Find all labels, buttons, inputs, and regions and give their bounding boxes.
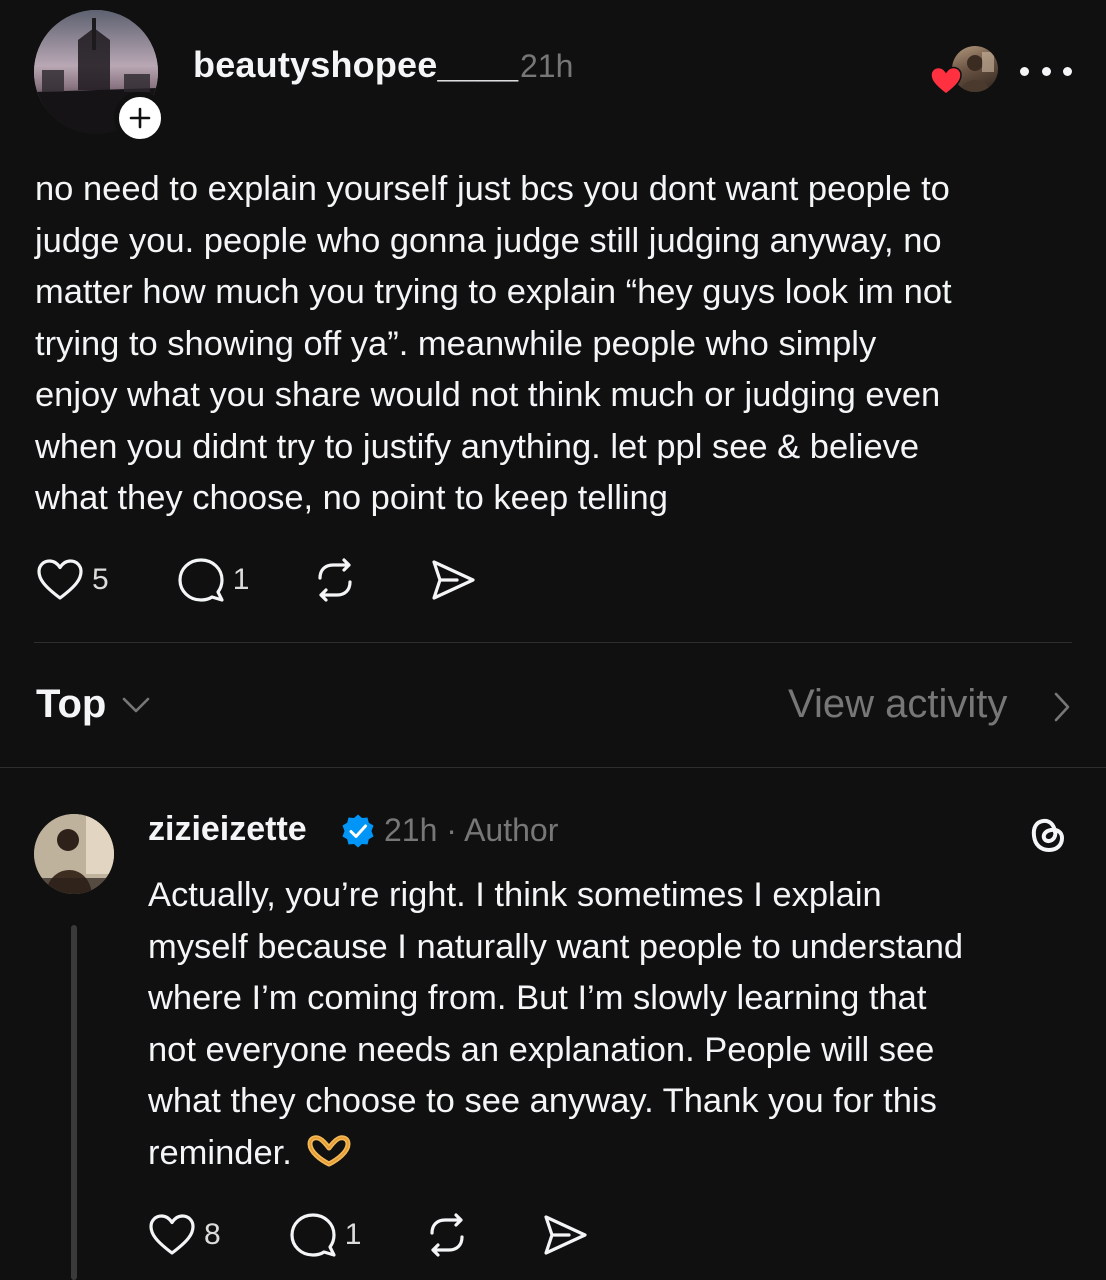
view-activity-link[interactable]: View activity	[788, 682, 1007, 727]
chevron-down-icon[interactable]	[121, 694, 151, 716]
post-text: no need to explain yourself just bcs you…	[35, 170, 952, 517]
like-button[interactable]: 5	[36, 558, 109, 602]
author-tag: Author	[464, 812, 559, 848]
threads-logo-icon[interactable]	[1022, 810, 1072, 860]
reply-count: 1	[232, 563, 250, 596]
reply-text-content: Actually, you’re right. I think sometime…	[148, 876, 964, 1172]
repost-button[interactable]	[311, 556, 359, 604]
verified-icon	[342, 814, 374, 848]
thread-line	[71, 925, 77, 1280]
reply-timestamp: 21h	[384, 812, 438, 848]
repost-icon	[318, 558, 352, 602]
share-icon	[432, 560, 475, 600]
meta-separator: ·	[446, 812, 457, 848]
reply-reply-button[interactable]: 1	[289, 1211, 362, 1259]
reply-share-button[interactable]	[541, 1211, 589, 1259]
reply-author-username[interactable]: zizieizette	[148, 810, 307, 849]
reply-repost-button[interactable]	[423, 1211, 471, 1259]
heart-icon	[149, 1214, 195, 1255]
author-username[interactable]: beautyshopee____	[193, 44, 518, 86]
post-timestamp: 21h	[520, 48, 574, 84]
like-count: 5	[92, 563, 109, 596]
reply-like-count: 8	[204, 1218, 221, 1251]
reply-actions: 8 1	[148, 1210, 589, 1260]
reply-like-button[interactable]: 8	[148, 1213, 221, 1257]
reply-meta: 21h · Author	[384, 812, 558, 849]
divider	[0, 767, 1106, 768]
repost-icon	[430, 1213, 464, 1257]
comment-icon	[178, 558, 224, 602]
divider	[34, 642, 1072, 643]
liked-heart-icon	[930, 66, 962, 95]
liked-by-indicator[interactable]	[930, 46, 1000, 96]
plus-icon	[129, 107, 151, 129]
share-button[interactable]	[429, 556, 477, 604]
reply-text: Actually, you’re right. I think sometime…	[148, 870, 1088, 1179]
more-icon[interactable]	[1020, 54, 1072, 88]
follow-button[interactable]	[114, 92, 166, 144]
reply-author-avatar[interactable]	[34, 814, 114, 894]
sort-dropdown[interactable]: Top	[36, 682, 106, 727]
heart-icon	[37, 559, 83, 600]
comment-icon	[290, 1213, 336, 1257]
share-icon	[544, 1215, 587, 1255]
chevron-right-icon[interactable]	[1052, 690, 1072, 724]
reply-reply-count: 1	[344, 1218, 362, 1251]
reply-button[interactable]: 1	[177, 556, 250, 604]
heart-hands-icon	[307, 1134, 351, 1166]
post-actions: 5 1	[36, 555, 477, 605]
